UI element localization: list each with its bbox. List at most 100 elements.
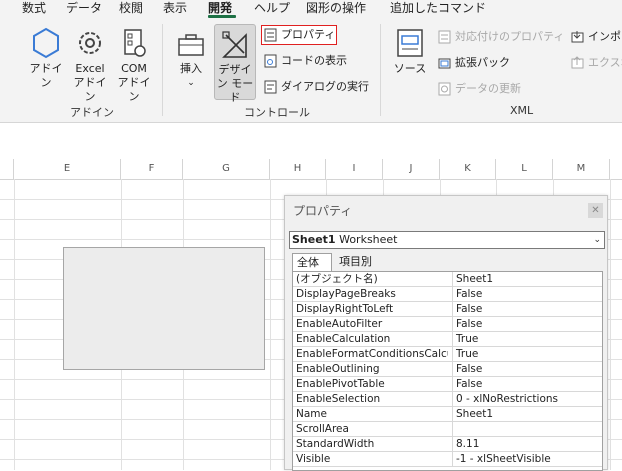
property-row[interactable]: StandardWidth 8.11 bbox=[293, 437, 602, 452]
property-value[interactable]: True bbox=[452, 332, 602, 347]
expansion-packs-button[interactable]: 拡張パック bbox=[438, 55, 510, 71]
map-properties-button[interactable]: 対応付けのプロパティ bbox=[438, 29, 564, 45]
property-value[interactable]: False bbox=[452, 377, 602, 392]
com-addins-button[interactable]: COM アドイン bbox=[114, 26, 154, 104]
property-value[interactable]: False bbox=[452, 302, 602, 317]
column-header-h[interactable]: H bbox=[270, 159, 326, 179]
com-addins-label: COM アドイン bbox=[117, 62, 151, 103]
gear-icon bbox=[79, 32, 101, 54]
refresh-data-button[interactable]: データの更新 bbox=[438, 81, 521, 97]
property-row[interactable]: ScrollArea bbox=[293, 422, 602, 437]
export-icon bbox=[571, 56, 584, 69]
chevron-down-icon[interactable]: ⌄ bbox=[593, 232, 601, 248]
chevron-down-icon: ⌄ bbox=[187, 78, 195, 88]
group-separator bbox=[380, 24, 381, 116]
design-mode-button[interactable]: デザイン モード bbox=[214, 24, 256, 104]
import-button[interactable]: インポー bbox=[571, 29, 622, 45]
property-row[interactable]: Name Sheet1 bbox=[293, 407, 602, 422]
object-selector[interactable]: Sheet1 Worksheet ⌄ bbox=[289, 231, 605, 249]
property-row[interactable]: EnableCalculation True bbox=[293, 332, 602, 347]
tab-shape-format[interactable]: 図形の操作 bbox=[306, 0, 366, 16]
column-header-f[interactable]: F bbox=[121, 159, 183, 179]
addins-button[interactable]: アドイン bbox=[27, 26, 65, 90]
property-value[interactable]: False bbox=[452, 317, 602, 332]
tab-review[interactable]: 校閲 bbox=[119, 0, 143, 16]
tab-developer[interactable]: 開発 bbox=[208, 0, 232, 16]
view-code-label: コードの表示 bbox=[281, 54, 347, 67]
property-name: StandardWidth bbox=[296, 438, 375, 450]
column-header-k[interactable]: K bbox=[440, 159, 496, 179]
insert-control-button[interactable]: 挿入 ⌄ bbox=[172, 30, 210, 90]
column-header-g[interactable]: G bbox=[183, 159, 270, 179]
property-name: EnableAutoFilter bbox=[296, 318, 383, 330]
ribbon: アドイン Excel アドイン COM アドイン アドイン 挿入 ⌄ デザイン … bbox=[0, 18, 622, 123]
property-row[interactable]: EnableFormatConditionsCalcu True bbox=[293, 347, 602, 362]
column-header-row: E F G H I J K L M bbox=[0, 159, 622, 180]
import-icon bbox=[571, 31, 584, 43]
property-row[interactable]: EnableSelection 0 - xlNoRestrictions bbox=[293, 392, 602, 407]
property-row[interactable]: EnableAutoFilter False bbox=[293, 317, 602, 332]
map-properties-icon bbox=[438, 30, 451, 44]
column-header-l[interactable]: L bbox=[496, 159, 553, 179]
expansion-packs-label: 拡張パック bbox=[455, 56, 510, 69]
tab-alphabetic[interactable]: 全体 bbox=[292, 253, 332, 271]
map-properties-label: 対応付けのプロパティ bbox=[455, 30, 565, 43]
property-value[interactable]: Sheet1 bbox=[452, 272, 602, 287]
xml-source-label: ソース bbox=[393, 62, 427, 75]
run-dialog-icon bbox=[264, 80, 277, 94]
property-name: EnableFormatConditionsCalcu bbox=[296, 348, 448, 360]
property-row[interactable]: (オブジェクト名) Sheet1 bbox=[293, 272, 602, 287]
property-row[interactable]: EnableOutlining False bbox=[293, 362, 602, 377]
property-name: (オブジェクト名) bbox=[296, 273, 378, 285]
ribbon-tab-strip: 数式 データ 校閲 表示 開発 ヘルプ 図形の操作 追加したコマンド bbox=[0, 0, 622, 18]
tab-categorized[interactable]: 項目別 bbox=[335, 253, 376, 271]
export-button[interactable]: エクスポ bbox=[571, 55, 622, 71]
xml-source-button[interactable]: ソース bbox=[390, 26, 430, 76]
property-row[interactable]: EnablePivotTable False bbox=[293, 377, 602, 392]
tab-formulas[interactable]: 数式 bbox=[22, 0, 46, 16]
rectangle-shape[interactable] bbox=[63, 247, 265, 370]
excel-addins-button[interactable]: Excel アドイン bbox=[70, 26, 110, 104]
tab-view[interactable]: 表示 bbox=[163, 0, 187, 16]
run-dialog-button[interactable]: ダイアログの実行 bbox=[264, 79, 369, 95]
property-value[interactable] bbox=[452, 422, 602, 437]
property-value[interactable]: Sheet1 bbox=[452, 407, 602, 422]
run-dialog-label: ダイアログの実行 bbox=[281, 80, 369, 93]
property-name: EnableSelection bbox=[296, 393, 381, 405]
property-name: ScrollArea bbox=[296, 423, 349, 435]
view-code-button[interactable]: コードの表示 bbox=[264, 53, 347, 69]
property-value[interactable]: -1 - xlSheetVisible bbox=[452, 452, 602, 467]
import-label: インポー bbox=[588, 30, 622, 43]
tab-help[interactable]: ヘルプ bbox=[254, 0, 290, 16]
property-value[interactable]: 8.11 bbox=[452, 437, 602, 452]
column-header-j[interactable]: J bbox=[383, 159, 440, 179]
properties-label: プロパティ bbox=[281, 28, 336, 41]
com-addin-icon bbox=[124, 29, 146, 57]
controls-group-label: コントロール bbox=[244, 106, 310, 119]
refresh-data-label: データの更新 bbox=[455, 82, 521, 95]
column-header-m[interactable]: M bbox=[553, 159, 610, 179]
design-mode-icon bbox=[222, 31, 247, 58]
property-row[interactable]: DisplayRightToLeft False bbox=[293, 302, 602, 317]
property-value[interactable]: 0 - xlNoRestrictions bbox=[452, 392, 602, 407]
properties-window[interactable]: プロパティ ✕ Sheet1 Worksheet ⌄ 全体 項目別 (オブジェク… bbox=[284, 195, 608, 471]
property-row[interactable]: DisplayPageBreaks False bbox=[293, 287, 602, 302]
properties-icon bbox=[264, 28, 277, 42]
tab-data[interactable]: データ bbox=[66, 0, 102, 16]
tab-added-commands[interactable]: 追加したコマンド bbox=[390, 0, 486, 16]
property-value[interactable]: False bbox=[452, 287, 602, 302]
export-label: エクスポ bbox=[588, 56, 622, 69]
grid-line bbox=[610, 179, 611, 470]
column-header-i[interactable]: I bbox=[326, 159, 383, 179]
close-icon[interactable]: ✕ bbox=[588, 203, 603, 218]
property-row[interactable]: Visible -1 - xlSheetVisible bbox=[293, 452, 602, 467]
xml-group-label: XML bbox=[510, 104, 534, 117]
property-value[interactable]: True bbox=[452, 347, 602, 362]
property-value[interactable]: False bbox=[452, 362, 602, 377]
view-code-icon bbox=[264, 54, 277, 68]
column-header-e[interactable]: E bbox=[14, 159, 121, 179]
addins-group-label: アドイン bbox=[70, 106, 114, 119]
grid-line bbox=[270, 179, 271, 470]
object-type: Worksheet bbox=[339, 233, 398, 246]
properties-item[interactable]: プロパティ bbox=[264, 27, 335, 43]
